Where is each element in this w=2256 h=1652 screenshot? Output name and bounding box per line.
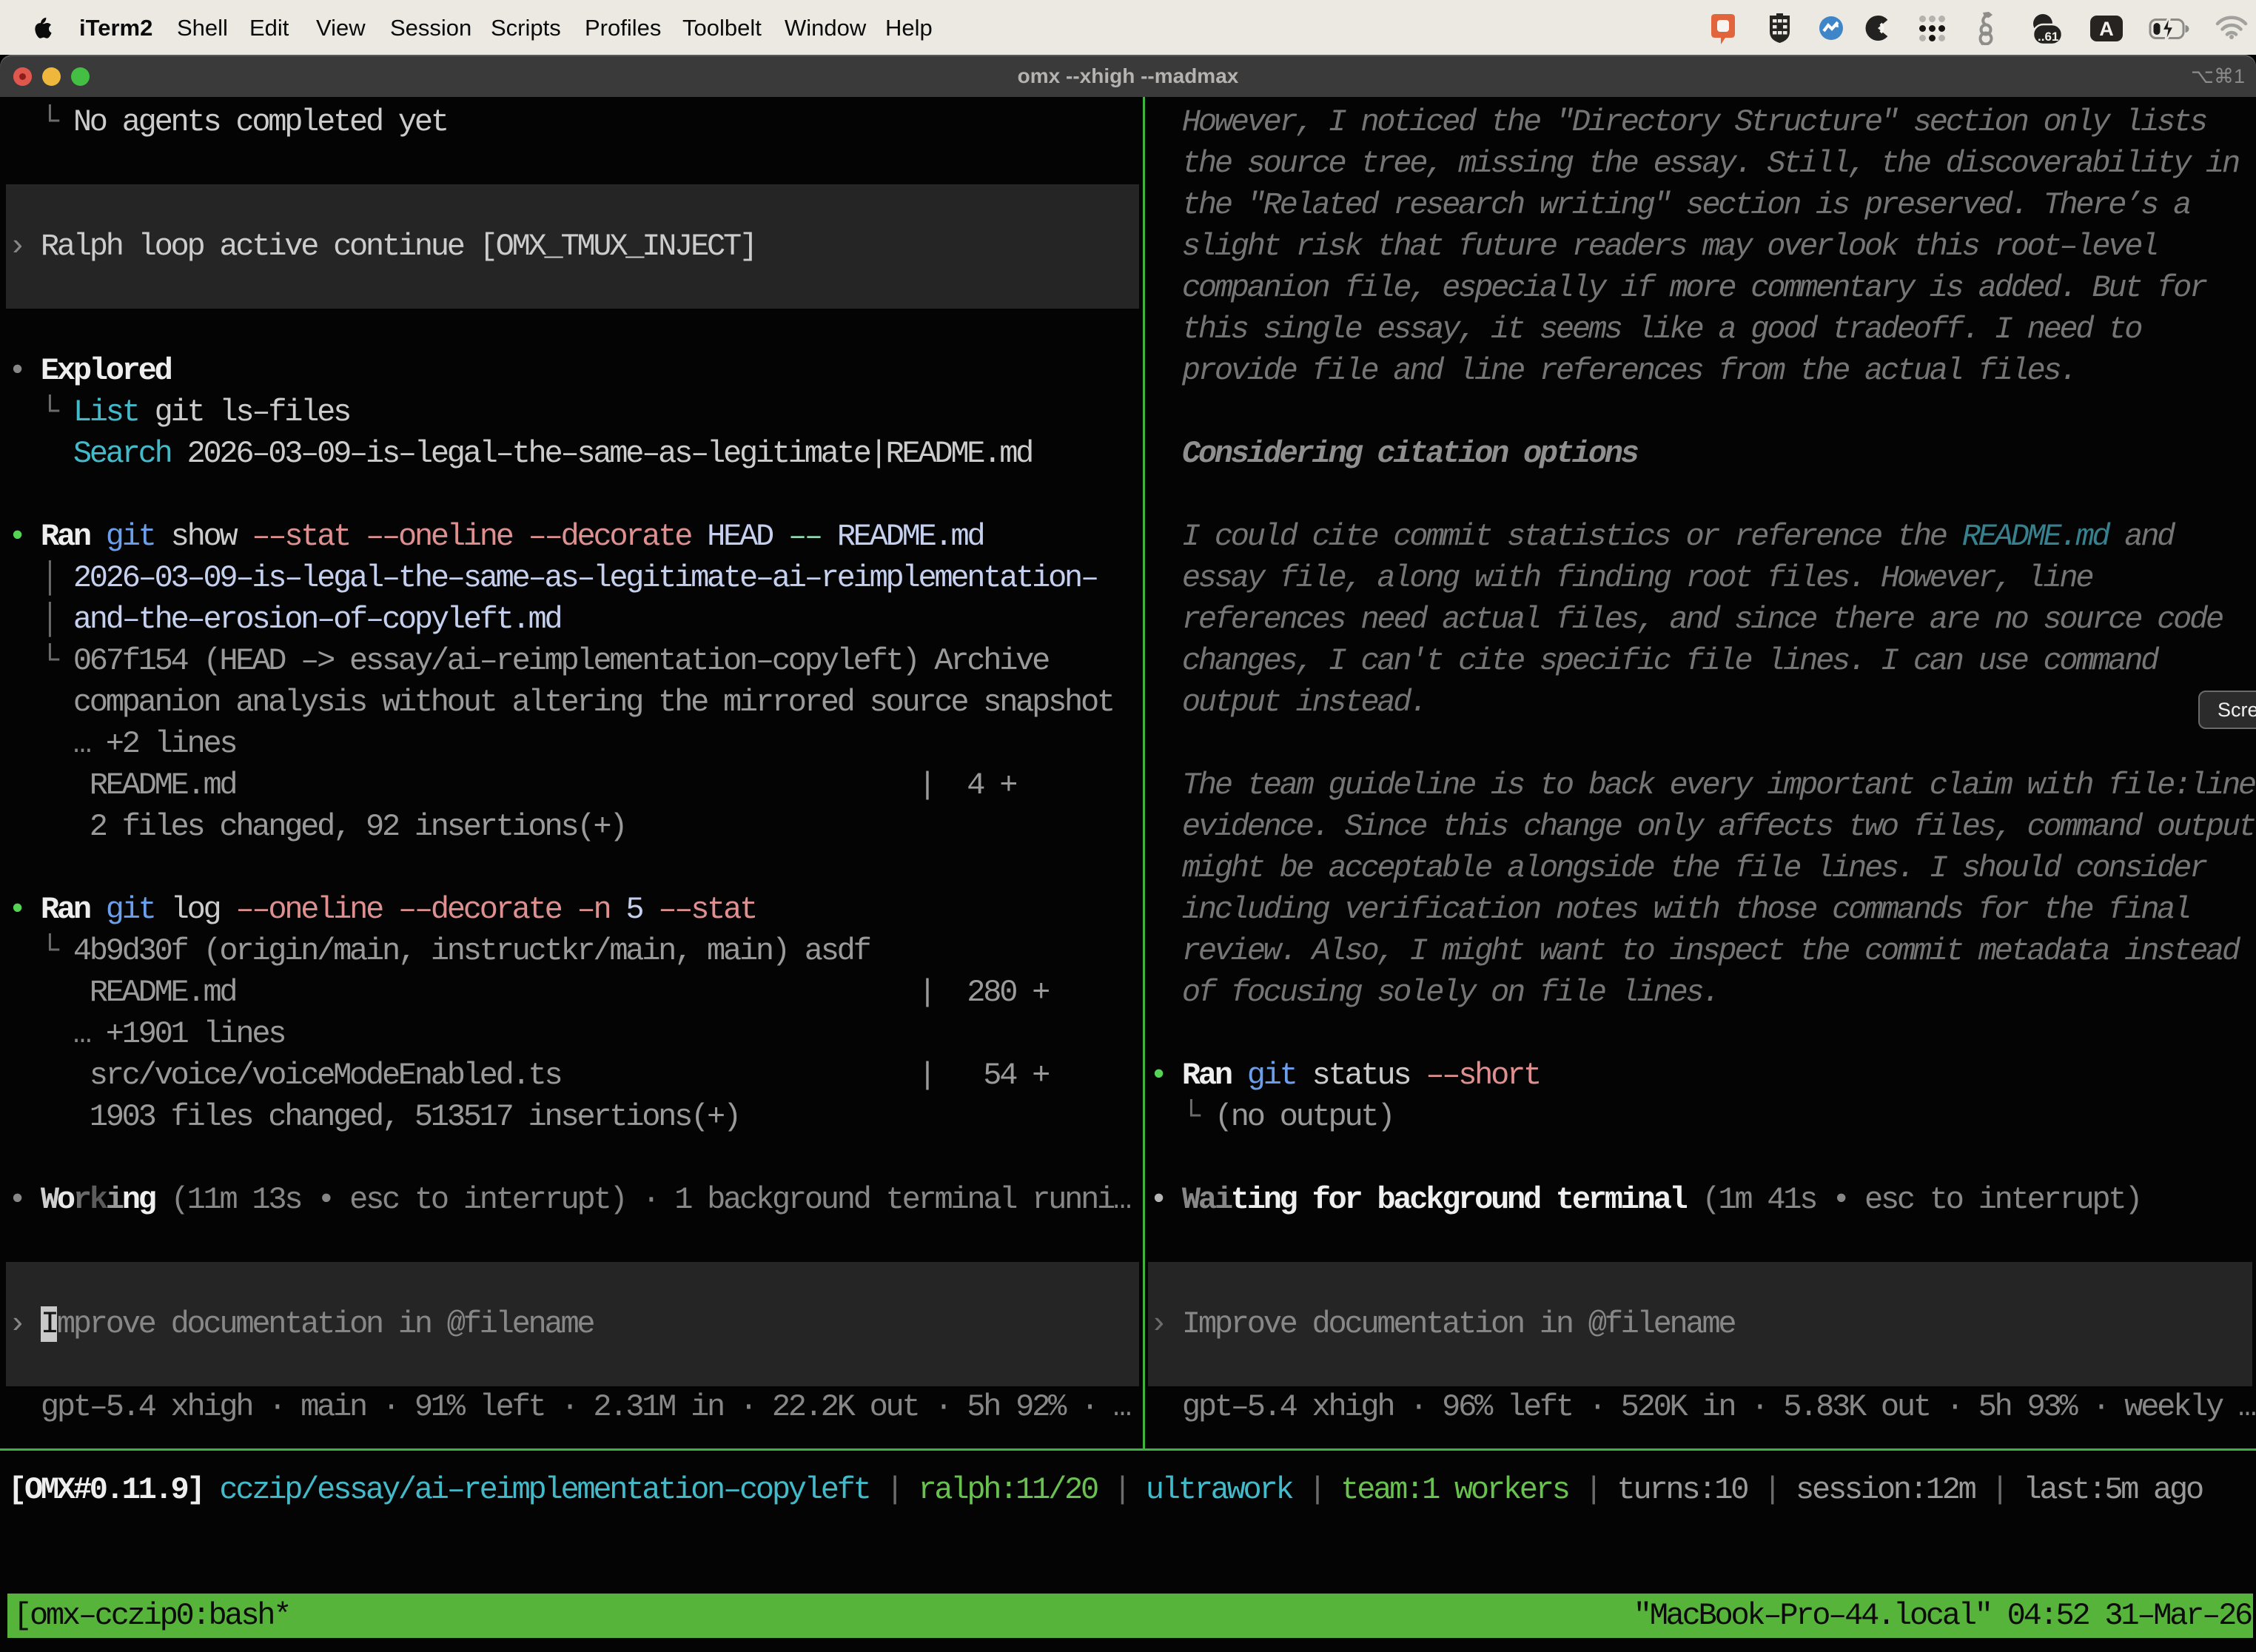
svg-text:..61: ..61	[2038, 30, 2058, 44]
